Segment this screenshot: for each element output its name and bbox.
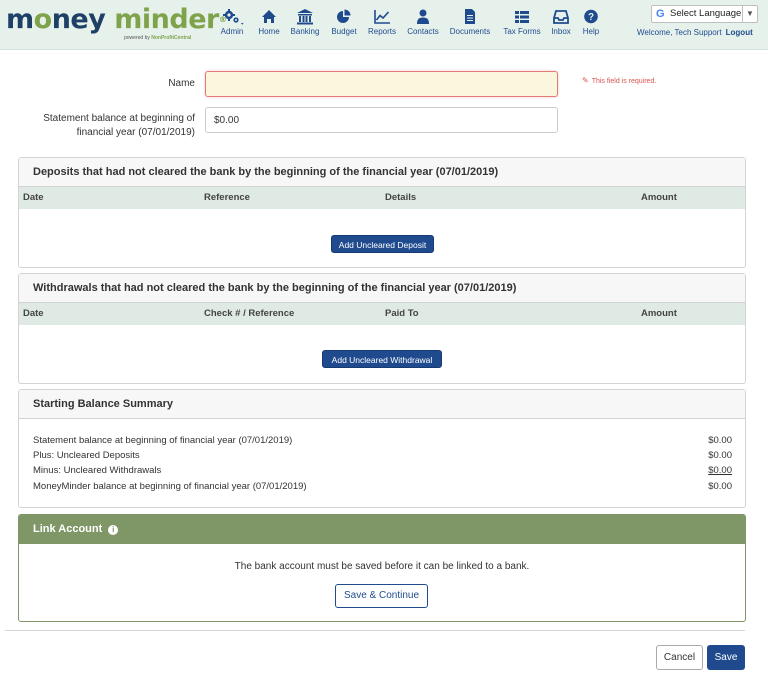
add-uncleared-withdrawal-button[interactable]: Add Uncleared Withdrawal	[322, 350, 442, 368]
withdrawals-table-header: Date Check # / Reference Paid To Amount	[19, 303, 745, 325]
nav-label: Contacts	[407, 27, 439, 36]
balance-label: Statement balance at beginning of financ…	[43, 113, 195, 138]
logo-text: m	[6, 4, 34, 35]
link-account-message: The bank account must be saved before it…	[234, 561, 530, 572]
column-header: Check # / Reference	[204, 308, 295, 319]
svg-text:?: ?	[588, 12, 594, 23]
withdrawals-title: Withdrawals that had not cleared the ban…	[19, 274, 745, 303]
save-continue-button[interactable]: Save & Continue	[335, 584, 428, 608]
summary-row: Minus: Uncleared Withdrawals $0.00	[33, 465, 732, 476]
summary-amount: $0.00	[708, 465, 732, 476]
divider	[5, 630, 745, 631]
language-select[interactable]: G Select Language ▼	[651, 5, 758, 23]
logout-link[interactable]: Logout	[726, 28, 753, 37]
column-header: Paid To	[385, 308, 419, 319]
save-button[interactable]: Save	[707, 645, 745, 670]
logo-tagline: powered by NonProfitCentral	[124, 35, 192, 41]
withdrawals-panel: Withdrawals that had not cleared the ban…	[18, 273, 746, 384]
link-account-panel: Link Account i The bank account must be s…	[18, 514, 746, 622]
nav-banking[interactable]: Banking	[289, 8, 321, 37]
nav-label: Admin	[220, 27, 244, 36]
add-uncleared-deposit-button[interactable]: Add Uncleared Deposit	[331, 235, 434, 253]
line-chart-icon	[374, 10, 390, 24]
name-error: ✎ This field is required.	[582, 76, 657, 85]
nav-label: Inbox	[551, 27, 571, 36]
nav-label: Reports	[367, 27, 396, 36]
nav-label: Home	[258, 27, 280, 36]
nav-label: Documents	[449, 27, 491, 36]
column-header: Amount	[641, 192, 677, 203]
nav-label: Help	[582, 27, 600, 36]
summary-panel: Starting Balance Summary Statement balan…	[18, 389, 746, 508]
bank-icon	[297, 9, 313, 25]
summary-row: MoneyMinder balance at beginning of fina…	[33, 481, 732, 492]
home-icon	[262, 10, 276, 23]
name-label: Name	[168, 78, 195, 89]
summary-title: Starting Balance Summary	[19, 390, 745, 419]
document-icon	[465, 9, 475, 24]
language-select-label: Select Language	[670, 8, 742, 19]
deposits-panel: Deposits that had not cleared the bank b…	[18, 157, 746, 268]
nav-help[interactable]: ? Help	[579, 8, 603, 37]
deposits-table-header: Date Reference Details Amount	[19, 187, 745, 209]
nav-admin[interactable]: Admin	[217, 8, 247, 37]
summary-row: Statement balance at beginning of financ…	[33, 435, 732, 446]
chevron-down-icon: ▼	[742, 6, 757, 22]
person-icon	[417, 9, 429, 24]
nav-contacts[interactable]: Contacts	[405, 8, 441, 37]
link-account-title: Link Account i	[19, 515, 745, 544]
nav-home[interactable]: Home	[257, 8, 281, 37]
cancel-button[interactable]: Cancel	[656, 645, 703, 670]
welcome-text: Welcome, Tech Support	[637, 28, 722, 37]
nav-label: Banking	[290, 27, 320, 36]
gears-icon	[223, 9, 244, 25]
nav-budget[interactable]: Budget	[329, 8, 359, 37]
moneyminder-logo[interactable]: money minder® powered by NonProfitCentra…	[6, 4, 227, 42]
top-navigation-bar: money minder® powered by NonProfitCentra…	[0, 0, 768, 50]
nav-label: Tax Forms	[503, 27, 541, 36]
welcome-area: Welcome, Tech Support Logout	[637, 28, 753, 37]
column-header: Details	[385, 192, 417, 203]
nav-reports[interactable]: Reports	[365, 8, 399, 37]
pie-chart-icon	[337, 9, 351, 23]
column-header: Amount	[641, 308, 677, 319]
nav-label: Budget	[331, 27, 357, 36]
column-header: Date	[23, 192, 44, 203]
logo-text: minder	[114, 4, 219, 35]
name-input[interactable]	[205, 71, 558, 97]
error-icon: ✎	[582, 76, 589, 85]
info-icon[interactable]: i	[108, 525, 119, 535]
summary-amount: $0.00	[708, 435, 732, 446]
balance-input[interactable]	[205, 107, 558, 133]
inbox-icon	[553, 10, 569, 24]
help-icon: ?	[584, 9, 598, 24]
column-header: Reference	[204, 192, 250, 203]
tax-forms-icon	[515, 11, 529, 23]
google-g-icon: G	[656, 8, 665, 20]
nav-inbox[interactable]: Inbox	[549, 8, 573, 37]
nav-documents[interactable]: Documents	[448, 8, 492, 37]
summary-amount: $0.00	[708, 450, 732, 461]
nav-tax-forms[interactable]: Tax Forms	[501, 8, 543, 37]
logo-text: o	[33, 4, 53, 35]
logo-text: ney	[51, 4, 106, 35]
summary-amount: $0.00	[708, 481, 732, 492]
summary-row: Plus: Uncleared Deposits $0.00	[33, 450, 732, 461]
column-header: Date	[23, 308, 44, 319]
deposits-title: Deposits that had not cleared the bank b…	[19, 158, 745, 187]
